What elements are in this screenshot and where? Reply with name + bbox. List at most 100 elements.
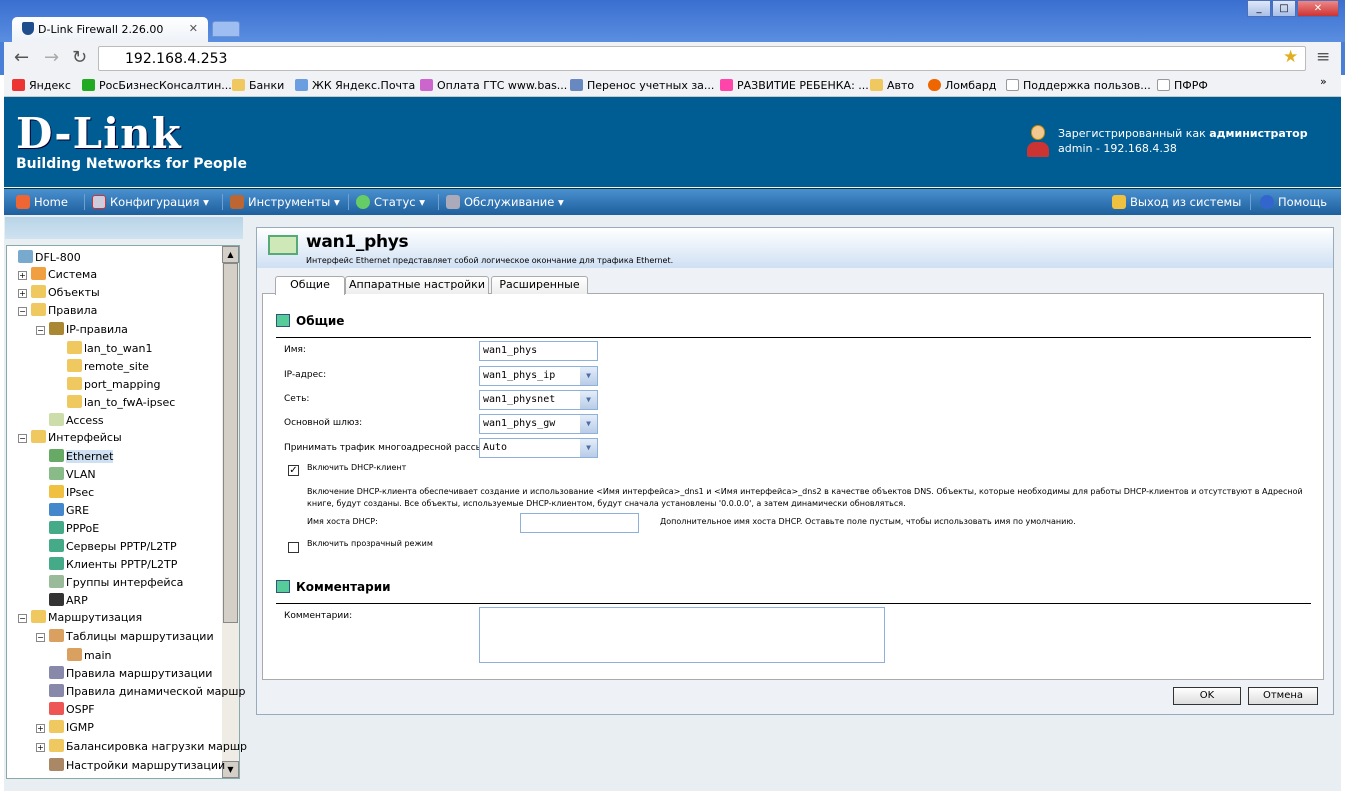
tree-item[interactable]: Серверы PPTP/L2TP	[49, 538, 177, 556]
bookmark-banks[interactable]: Банки	[232, 79, 284, 92]
tree-item[interactable]: Правила маршрутизации	[49, 665, 212, 683]
minimize-button[interactable]: _	[1247, 0, 1271, 17]
tree-scrollbar-thumb[interactable]	[223, 263, 238, 623]
bookmark-transfer[interactable]: Перенос учетных за...	[570, 79, 714, 92]
nav-logout[interactable]: Выход из системы	[1112, 195, 1241, 209]
browser-tab[interactable]: D-Link Firewall 2.26.00 ✕	[12, 17, 208, 42]
bookmark-auto[interactable]: Авто	[870, 79, 914, 92]
ok-button[interactable]: OK	[1173, 687, 1241, 705]
close-tab-icon[interactable]: ✕	[189, 22, 198, 35]
tree-item[interactable]: VLAN	[49, 466, 96, 484]
tree-item[interactable]: lan_to_fwA-ipsec	[67, 394, 175, 412]
bookmark-yandex[interactable]: Яндекс	[12, 79, 71, 92]
tree-item-label: lan_to_wan1	[84, 342, 153, 355]
expand-icon[interactable]: +	[36, 743, 45, 752]
tree-node-icon	[31, 267, 46, 280]
tree-item[interactable]: remote_site	[67, 358, 149, 376]
tree-item[interactable]: DFL-800	[18, 249, 81, 267]
multicast-select[interactable]: Auto ▼	[479, 438, 598, 458]
tab-hardware[interactable]: Аппаратные настройки	[345, 276, 489, 294]
tree-item[interactable]: − Таблицы маршрутизации	[36, 628, 214, 646]
dlink-tagline: Building Networks for People	[16, 156, 247, 172]
network-select[interactable]: wan1_physnet ▼	[479, 390, 598, 410]
dhcp-client-checkbox[interactable]: ✓	[288, 465, 299, 476]
menu-icon[interactable]: ≡	[1316, 47, 1330, 67]
name-label: Имя:	[284, 345, 306, 355]
dhcp-host-label: Имя хоста DHCP:	[307, 517, 378, 526]
forward-icon[interactable]: →	[44, 47, 59, 68]
expand-icon[interactable]: +	[18, 289, 27, 298]
address-bar[interactable]: 192.168.4.253	[98, 46, 1306, 71]
comments-textarea[interactable]	[479, 607, 885, 663]
tree-item[interactable]: GRE	[49, 502, 89, 520]
nav-home[interactable]: Home	[16, 195, 68, 209]
dhcp-host-hint: Дополнительное имя хоста DHCP. Оставьте …	[660, 517, 1076, 526]
tree-item[interactable]: OSPF	[49, 701, 95, 719]
dhcp-host-input[interactable]	[520, 513, 639, 533]
nav-config[interactable]: Конфигурация ▾	[92, 195, 209, 209]
tree-item[interactable]: − Правила	[18, 302, 97, 320]
nav-maintenance[interactable]: Обслуживание ▾	[446, 195, 564, 209]
tree-item[interactable]: Правила динамической маршр	[49, 683, 245, 701]
gateway-label: Основной шлюз:	[284, 418, 363, 428]
back-icon[interactable]: ←	[14, 47, 29, 68]
ip-select[interactable]: wan1_phys_ip ▼	[479, 366, 598, 386]
tree-item[interactable]: + Система	[18, 266, 97, 284]
collapse-icon[interactable]: −	[18, 614, 27, 623]
expand-icon[interactable]: +	[36, 724, 45, 733]
reload-icon[interactable]: ↻	[72, 47, 87, 68]
tree-item[interactable]: Настройки маршрутизации	[49, 757, 225, 775]
bookmark-support[interactable]: Поддержка пользов...	[1006, 79, 1151, 92]
tree-item[interactable]: + Балансировка нагрузки маршр	[36, 738, 247, 756]
divider	[276, 337, 1311, 338]
tree-item[interactable]: − Маршрутизация	[18, 609, 142, 627]
tree-item[interactable]: port_mapping	[67, 376, 160, 394]
tree-item[interactable]: Access	[49, 412, 104, 430]
tree-item[interactable]: main	[67, 647, 111, 665]
scroll-up-button[interactable]: ▲	[222, 246, 239, 263]
nav-help[interactable]: Помощь	[1260, 195, 1327, 209]
tree-item[interactable]: lan_to_wan1	[67, 340, 153, 358]
bookmark-gts[interactable]: Оплата ГТС www.bas...	[420, 79, 567, 92]
nav-tools[interactable]: Инструменты ▾	[230, 195, 340, 209]
bookmarks-more[interactable]: »	[1320, 75, 1327, 88]
tree-node-icon	[49, 702, 64, 715]
tree-item-label: Access	[66, 414, 104, 427]
collapse-icon[interactable]: −	[36, 326, 45, 335]
name-input[interactable]: wan1_phys	[479, 341, 598, 361]
tree-node-icon	[49, 503, 64, 516]
gateway-select[interactable]: wan1_phys_gw ▼	[479, 414, 598, 434]
collapse-icon[interactable]: −	[36, 633, 45, 642]
tree-item[interactable]: PPPoE	[49, 520, 99, 538]
comments-label: Комментарии:	[284, 611, 353, 621]
tree-item[interactable]: + Объекты	[18, 284, 100, 302]
transparent-mode-checkbox[interactable]	[288, 542, 299, 553]
tree-item[interactable]: Клиенты PPTP/L2TP	[49, 556, 177, 574]
tree-item[interactable]: − Интерфейсы	[18, 429, 122, 447]
tree-item[interactable]: Группы интерфейса	[49, 574, 183, 592]
tab-advanced[interactable]: Расширенные	[491, 276, 588, 294]
bookmark-star-icon[interactable]: ★	[1283, 47, 1298, 67]
close-window-button[interactable]: ✕	[1297, 0, 1339, 17]
expand-icon[interactable]: +	[18, 271, 27, 280]
tree-item[interactable]: Ethernet	[49, 448, 114, 466]
maximize-button[interactable]: □	[1272, 0, 1296, 17]
cancel-button[interactable]: Отмена	[1248, 687, 1318, 705]
new-tab-button[interactable]	[212, 21, 240, 37]
tab-general[interactable]: Общие	[275, 276, 345, 295]
tree-node-icon	[49, 521, 64, 534]
bookmark-pfrf[interactable]: ПФРФ	[1157, 79, 1208, 92]
tree-item-label: Правила	[48, 304, 98, 317]
tree-item[interactable]: IPsec	[49, 484, 94, 502]
tree-item[interactable]: ARP	[49, 592, 88, 610]
bookmark-lombard[interactable]: Ломбард	[928, 79, 996, 92]
bookmark-rbc[interactable]: РосБизнесКонсалтин...	[82, 79, 232, 92]
nav-status[interactable]: Статус ▾	[356, 195, 425, 209]
tree-item[interactable]: + IGMP	[36, 719, 94, 737]
collapse-icon[interactable]: −	[18, 434, 27, 443]
bookmark-child[interactable]: РАЗВИТИЕ РЕБЕНКА: ...	[720, 79, 869, 92]
tree-item[interactable]: − IP-правила	[36, 321, 128, 339]
user-avatar-icon	[1026, 125, 1050, 157]
collapse-icon[interactable]: −	[18, 307, 27, 316]
bookmark-mail[interactable]: ЖК Яндекс.Почта	[295, 79, 415, 92]
